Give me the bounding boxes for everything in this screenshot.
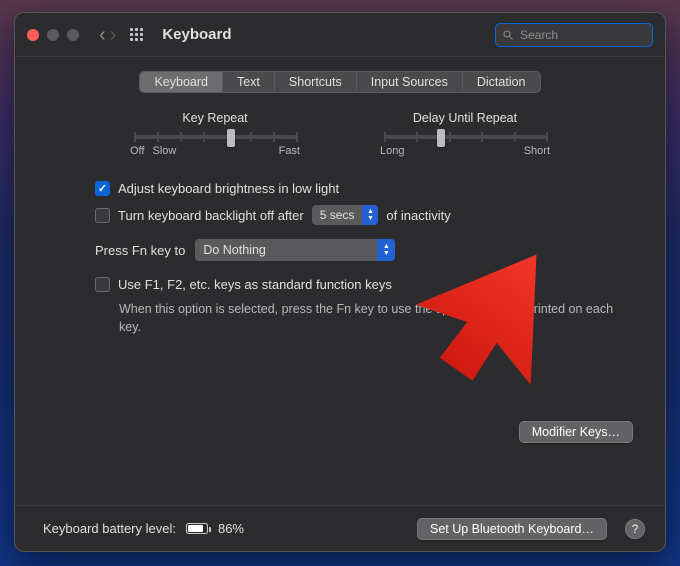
bluetooth-keyboard-button[interactable]: Set Up Bluetooth Keyboard…: [417, 518, 607, 540]
modifier-keys-area: Modifier Keys…: [519, 421, 633, 443]
forward-button[interactable]: ›: [110, 25, 117, 45]
minimize-button[interactable]: [47, 29, 59, 41]
backlight-off-row: Turn keyboard backlight off after 5 secs…: [95, 205, 623, 225]
content-area: Key Repeat Off Slow Fast Delay Until Rep…: [15, 111, 665, 505]
backlight-delay-select[interactable]: 5 secs ▲▼: [312, 205, 379, 225]
press-fn-value: Do Nothing: [195, 243, 377, 257]
slider-knob[interactable]: [227, 129, 235, 147]
fn-keys-help-text: When this option is selected, press the …: [119, 301, 629, 336]
stepper-arrows-icon: ▲▼: [377, 239, 395, 261]
slider-end-labels: Off Slow Fast: [130, 145, 300, 157]
backlight-off-prefix: Turn keyboard backlight off after: [118, 208, 304, 223]
close-button[interactable]: [27, 29, 39, 41]
search-icon: [502, 29, 514, 41]
show-all-icon[interactable]: [130, 28, 144, 42]
help-button[interactable]: ?: [625, 519, 645, 539]
fn-keys-option: Use F1, F2, etc. keys as standard functi…: [95, 277, 623, 292]
delay-until-repeat-slider[interactable]: Delay Until Repeat Long Short: [380, 111, 550, 157]
tabbar: KeyboardTextShortcutsInput SourcesDictat…: [15, 71, 665, 93]
backlight-delay-value: 5 secs: [312, 208, 363, 222]
adjust-brightness-label: Adjust keyboard brightness in low light: [118, 181, 339, 196]
slider-knob[interactable]: [437, 129, 445, 147]
titlebar: ‹ › Keyboard: [15, 13, 665, 57]
tab-input-sources[interactable]: Input Sources: [357, 72, 463, 92]
press-fn-label: Press Fn key to: [95, 243, 185, 258]
backlight-off-suffix: of inactivity: [386, 208, 450, 223]
press-fn-row: Press Fn key to Do Nothing ▲▼: [95, 239, 633, 261]
zoom-button[interactable]: [67, 29, 79, 41]
window-title: Keyboard: [162, 26, 231, 43]
sliders: Key Repeat Off Slow Fast Delay Until Rep…: [47, 111, 633, 157]
battery-pct: 86%: [218, 521, 244, 536]
key-repeat-slider[interactable]: Key Repeat Off Slow Fast: [130, 111, 300, 157]
adjust-brightness-row: Adjust keyboard brightness in low light: [95, 181, 623, 196]
back-button[interactable]: ‹: [99, 25, 106, 45]
search-field[interactable]: [495, 23, 653, 47]
backlight-off-checkbox[interactable]: [95, 208, 110, 223]
modifier-keys-button[interactable]: Modifier Keys…: [519, 421, 633, 443]
fn-keys-label: Use F1, F2, etc. keys as standard functi…: [118, 277, 392, 292]
tab-keyboard[interactable]: Keyboard: [140, 72, 223, 92]
fn-keys-checkbox[interactable]: [95, 277, 110, 292]
tab-dictation[interactable]: Dictation: [463, 72, 540, 92]
nav-arrows: ‹ ›: [99, 25, 116, 45]
window-controls: [27, 29, 79, 41]
options: Adjust keyboard brightness in low light …: [95, 181, 623, 225]
annotation-arrow-icon: [415, 241, 635, 441]
bottombar: Keyboard battery level: 86% Set Up Bluet…: [15, 505, 665, 551]
tab-shortcuts[interactable]: Shortcuts: [275, 72, 357, 92]
system-preferences-window: ‹ › Keyboard KeyboardTextShortcutsInput …: [14, 12, 666, 552]
fn-keys-row: Use F1, F2, etc. keys as standard functi…: [95, 277, 623, 292]
stepper-arrows-icon: ▲▼: [362, 205, 378, 225]
search-input[interactable]: [518, 27, 666, 43]
key-repeat-label: Key Repeat: [130, 111, 300, 125]
adjust-brightness-checkbox[interactable]: [95, 181, 110, 196]
tab-text[interactable]: Text: [223, 72, 275, 92]
delay-repeat-label: Delay Until Repeat: [380, 111, 550, 125]
battery-icon: [186, 523, 208, 534]
battery-label: Keyboard battery level:: [43, 521, 176, 536]
slider-end-labels: Long Short: [380, 145, 550, 157]
press-fn-select[interactable]: Do Nothing ▲▼: [195, 239, 395, 261]
slider-track[interactable]: [134, 135, 296, 139]
slider-track[interactable]: [384, 135, 546, 139]
